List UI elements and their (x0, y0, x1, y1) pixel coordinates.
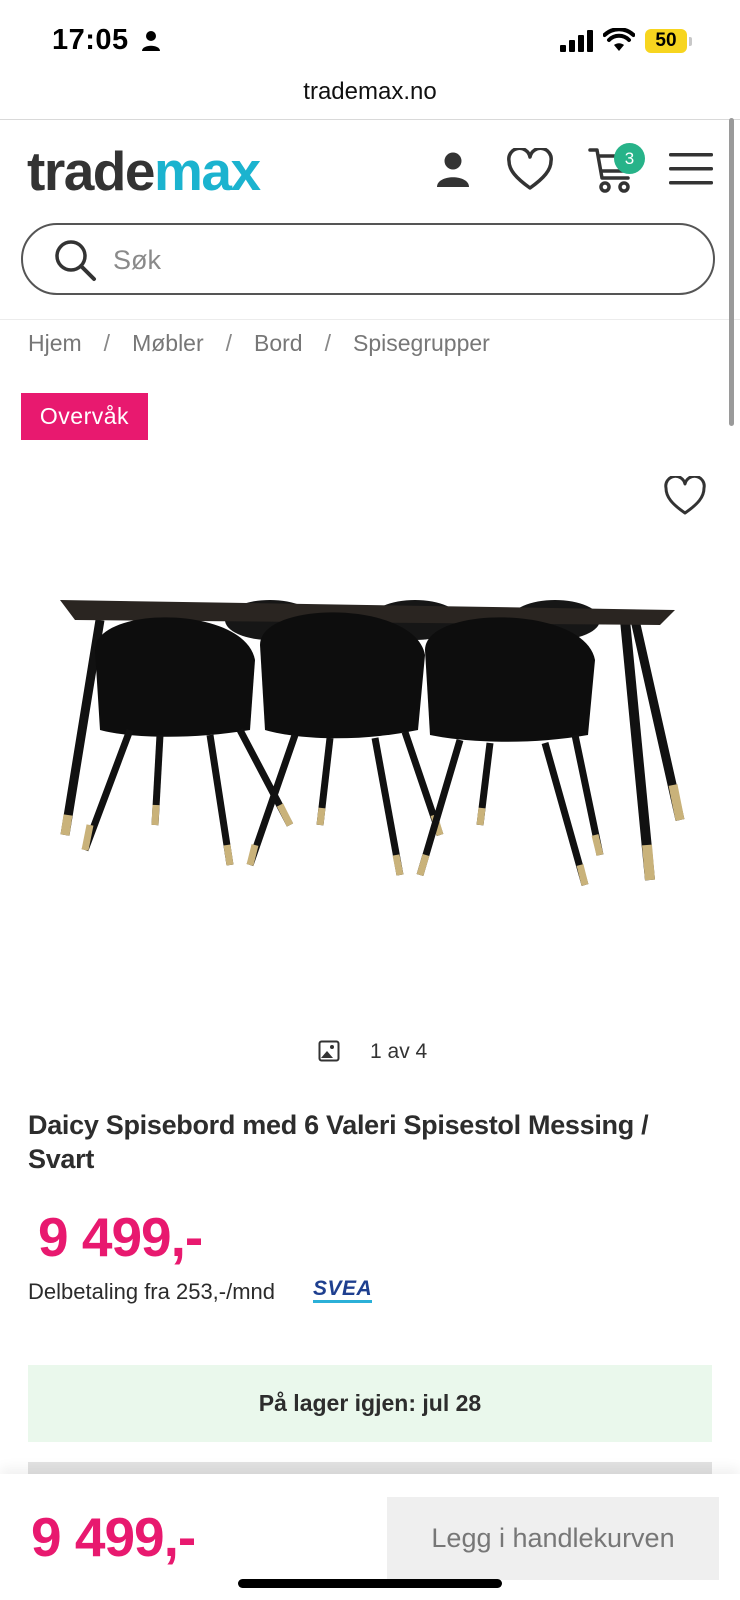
breadcrumb: Hjem / Møbler / Bord / Spisegrupper (28, 330, 490, 357)
chair-legs (81, 728, 604, 886)
breadcrumb-separator: / (324, 330, 331, 356)
watch-product-button[interactable]: Overvåk (21, 393, 148, 440)
page-scrollbar[interactable] (729, 118, 734, 426)
product-price: 9 499,- (38, 1206, 203, 1268)
logo-part-max: max (154, 140, 261, 202)
divider (0, 319, 740, 320)
logo-part-trade: trade (27, 140, 156, 202)
gallery-counter: 1 av 4 (370, 1040, 428, 1063)
image-icon (318, 1040, 340, 1062)
product-title: Daicy Spisebord med 6 Valeri Spisestol M… (28, 1110, 649, 1174)
favorite-heart-icon[interactable] (663, 476, 707, 516)
trademax-logo[interactable]: trademax (27, 132, 261, 210)
home-indicator[interactable] (238, 1579, 502, 1588)
menu-icon[interactable] (669, 152, 713, 186)
wifi-icon (603, 28, 635, 51)
battery-indicator: 50 (645, 29, 687, 53)
account-icon[interactable] (436, 152, 470, 188)
status-bar: 17:05 50 (0, 0, 740, 80)
bottom-price: 9 499,- (31, 1506, 196, 1568)
search-bar[interactable] (21, 223, 715, 295)
search-icon[interactable] (53, 238, 97, 282)
person-icon (142, 31, 160, 51)
breadcrumb-item-spisegrupper[interactable]: Spisegrupper (353, 330, 490, 357)
browser-url[interactable]: trademax.no (0, 78, 740, 106)
svea-logo[interactable]: SVEA (313, 1278, 373, 1303)
divider (0, 119, 740, 120)
breadcrumb-item-mobler[interactable]: Møbler (132, 330, 204, 357)
battery-cap (689, 37, 692, 46)
add-to-cart-button[interactable]: Legg i handlekurven (387, 1497, 719, 1580)
stock-status-text: På lager igjen: jul 28 (258, 1390, 482, 1416)
status-time: 17:05 (52, 24, 129, 56)
front-chairs (95, 612, 595, 742)
breadcrumb-separator: / (103, 330, 111, 356)
breadcrumb-item-hjem[interactable]: Hjem (28, 330, 82, 357)
breadcrumb-separator: / (225, 330, 233, 356)
search-input[interactable] (111, 237, 675, 283)
product-image[interactable] (40, 580, 700, 920)
installment-text: Delbetaling fra 253,-/mnd (28, 1279, 276, 1304)
cart-count-badge: 3 (614, 143, 645, 174)
wishlist-heart-icon[interactable] (506, 148, 554, 192)
signal-icon (560, 30, 593, 52)
stock-status-box: På lager igjen: jul 28 (28, 1365, 712, 1442)
breadcrumb-item-bord[interactable]: Bord (254, 330, 303, 357)
battery-level: 50 (655, 30, 677, 51)
